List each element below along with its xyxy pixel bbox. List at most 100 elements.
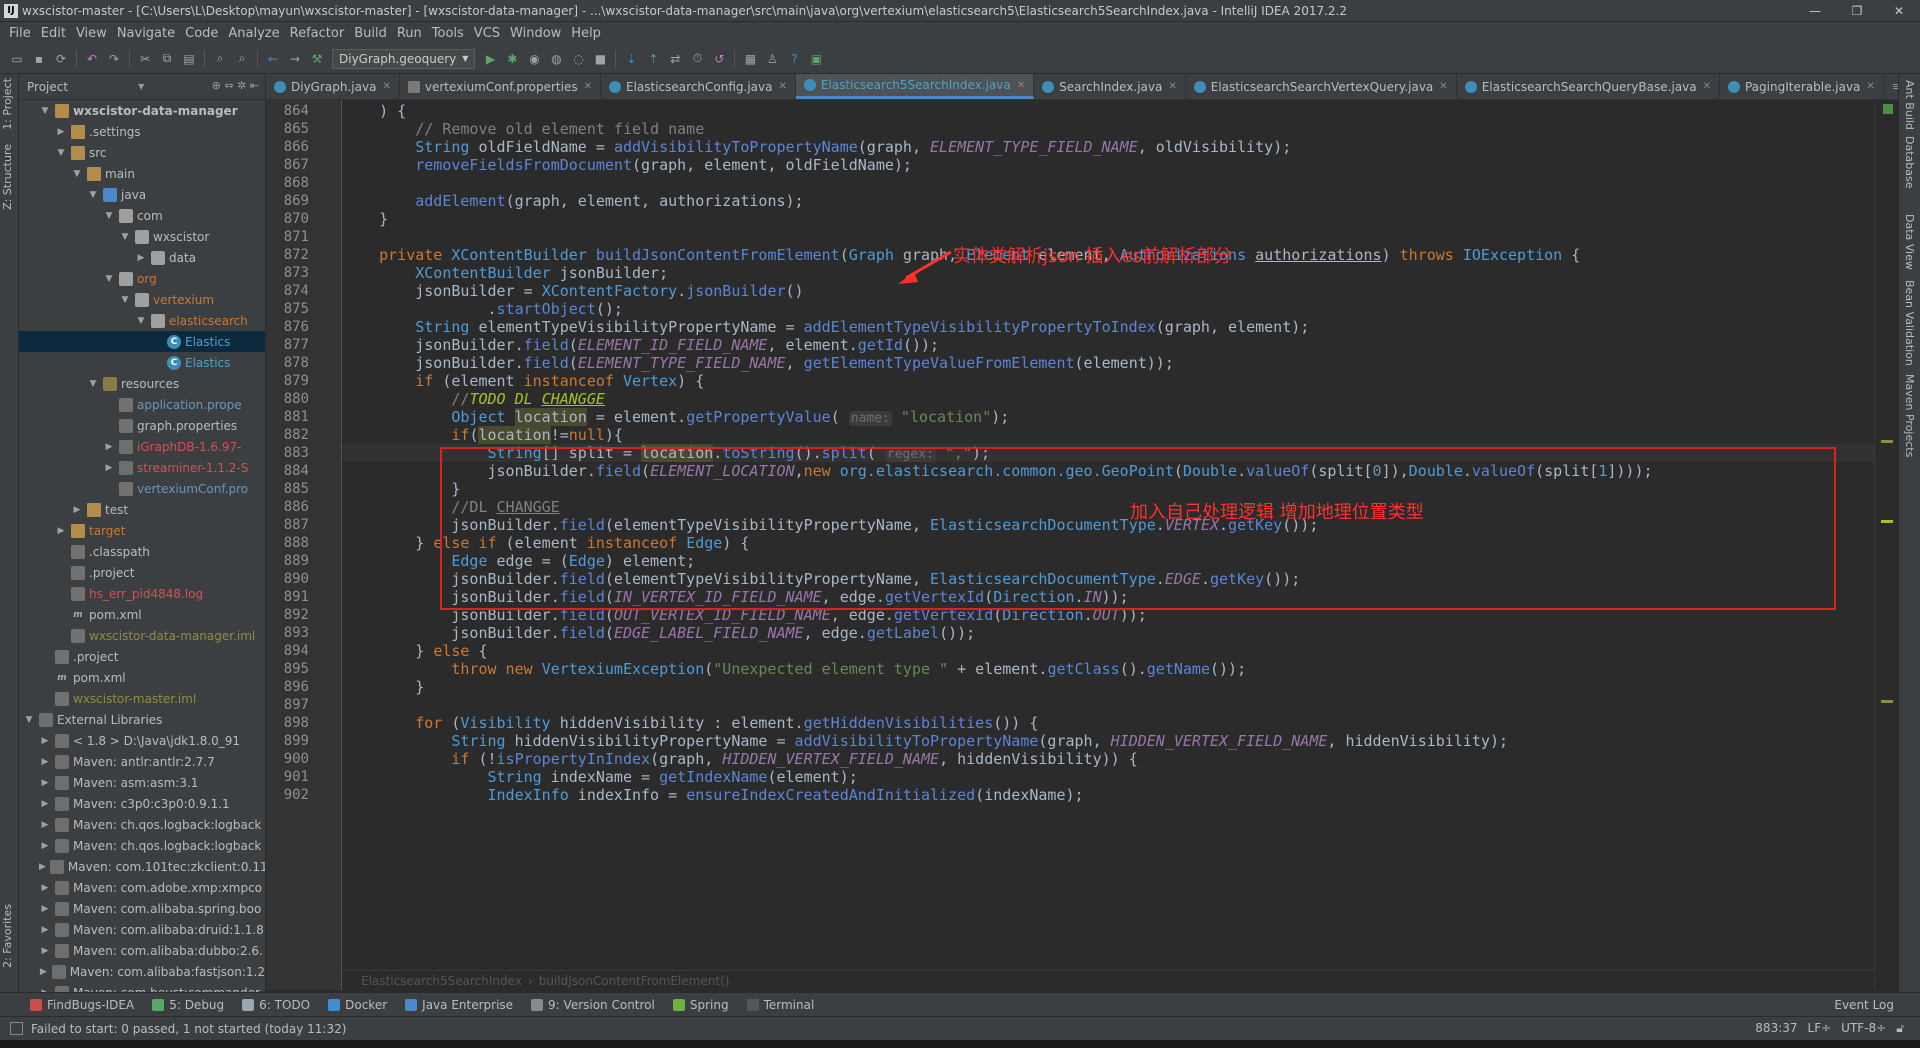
tree-item[interactable]: ▼ main bbox=[19, 163, 265, 184]
tree-item[interactable]: .project bbox=[19, 646, 265, 667]
close-tab-icon[interactable]: ✕ bbox=[1703, 81, 1711, 92]
help-icon[interactable]: ? bbox=[783, 48, 805, 70]
menu-window[interactable]: Window bbox=[505, 26, 566, 41]
expand-arrow-icon[interactable]: ▼ bbox=[119, 232, 131, 242]
code-line[interactable]: String elementTypeVisibilityPropertyName… bbox=[343, 318, 1309, 336]
code-line[interactable]: } else { bbox=[343, 642, 487, 660]
code-line[interactable]: String indexName = getIndexName(element)… bbox=[343, 768, 858, 786]
line-number[interactable]: 890 bbox=[259, 570, 309, 588]
tree-item[interactable]: ▶ streaminer-1.1.2-S bbox=[19, 457, 265, 478]
code-line[interactable]: IndexInfo indexInfo = ensureIndexCreated… bbox=[343, 786, 1084, 804]
debug-icon[interactable]: ✱ bbox=[501, 48, 523, 70]
collapse-arrow-icon[interactable]: ▶ bbox=[39, 778, 51, 788]
replace-icon[interactable]: ⌕ bbox=[231, 48, 253, 70]
collapse-arrow-icon[interactable]: ▶ bbox=[55, 526, 67, 536]
tree-item[interactable]: ▶ Maven: antlr:antlr:2.7.7 bbox=[19, 751, 265, 772]
line-number[interactable]: 902 bbox=[259, 786, 309, 804]
tree-item[interactable]: wxscistor-master.iml bbox=[19, 688, 265, 709]
tree-item[interactable]: ▶ Maven: asm:asm:3.1 bbox=[19, 772, 265, 793]
menu-analyze[interactable]: Analyze bbox=[223, 26, 284, 41]
code-line[interactable]: removeFieldsFromDocument(graph, element,… bbox=[343, 156, 912, 174]
tree-item[interactable]: ▶ Maven: com.adobe.xmp:xmpco bbox=[19, 877, 265, 898]
status-message[interactable]: Failed to start: 0 passed, 1 not started… bbox=[31, 1022, 346, 1036]
sdk-icon[interactable]: ♙ bbox=[761, 48, 783, 70]
line-number[interactable]: 898 bbox=[259, 714, 309, 732]
bottom-tool-button[interactable]: 5: Debug bbox=[152, 998, 224, 1012]
code-line[interactable]: throw new VertexiumException("Unexpected… bbox=[343, 660, 1246, 678]
tree-item[interactable]: ▼ src bbox=[19, 142, 265, 163]
code-line[interactable]: String oldFieldName = addVisibilityToPro… bbox=[343, 138, 1291, 156]
menu-file[interactable]: File bbox=[4, 26, 36, 41]
line-number[interactable]: 868 bbox=[259, 174, 309, 192]
tree-item[interactable]: wxscistor-data-manager.iml bbox=[19, 625, 265, 646]
line-number[interactable]: 877 bbox=[259, 336, 309, 354]
line-number[interactable]: 885 bbox=[259, 480, 309, 498]
tree-item[interactable]: .project bbox=[19, 562, 265, 583]
menu-code[interactable]: Code bbox=[180, 26, 223, 41]
tree-item[interactable]: ▶ data bbox=[19, 247, 265, 268]
menu-tools[interactable]: Tools bbox=[427, 26, 469, 41]
tree-item[interactable]: ▼ vertexium bbox=[19, 289, 265, 310]
tree-item[interactable]: ▼ java bbox=[19, 184, 265, 205]
tree-item[interactable]: ▶ Maven: com.alibaba.spring.boo bbox=[19, 898, 265, 919]
expand-arrow-icon[interactable]: ▼ bbox=[39, 106, 51, 116]
find-icon[interactable]: ⌕ bbox=[209, 48, 231, 70]
structure-tool-tab[interactable]: Z: Structure bbox=[1, 144, 14, 210]
tree-item[interactable]: hs_err_pid4848.log bbox=[19, 583, 265, 604]
code-line[interactable]: } bbox=[343, 210, 388, 228]
line-number[interactable]: 888 bbox=[259, 534, 309, 552]
vcs-revert-icon[interactable]: ↺ bbox=[708, 48, 730, 70]
code-line[interactable]: if (!isPropertyInIndex(graph, HIDDEN_VER… bbox=[343, 750, 1137, 768]
code-line[interactable]: ) { bbox=[343, 102, 406, 120]
code-line[interactable]: } bbox=[343, 678, 424, 696]
collapse-arrow-icon[interactable]: ▶ bbox=[39, 967, 48, 977]
forward-icon[interactable]: → bbox=[284, 48, 306, 70]
expand-arrow-icon[interactable]: ▼ bbox=[23, 715, 35, 725]
stop-icon[interactable]: ■ bbox=[589, 48, 611, 70]
code-line[interactable]: for (Visibility hiddenVisibility : eleme… bbox=[343, 714, 1038, 732]
save-icon[interactable]: ▪ bbox=[28, 48, 50, 70]
tree-item[interactable]: graph.properties bbox=[19, 415, 265, 436]
line-number[interactable]: 892 bbox=[259, 606, 309, 624]
tree-item[interactable]: ▶ Maven: com.alibaba:druid:1.1.8 bbox=[19, 919, 265, 940]
menu-edit[interactable]: Edit bbox=[36, 26, 71, 41]
editor-tab[interactable]: ElasticsearchSearchQueryBase.java ✕ bbox=[1457, 74, 1720, 99]
line-number[interactable]: 897 bbox=[259, 696, 309, 714]
line-number[interactable]: 900 bbox=[259, 750, 309, 768]
profile-icon[interactable]: ◍ bbox=[545, 48, 567, 70]
copy-icon[interactable]: ⧉ bbox=[156, 48, 178, 70]
line-number[interactable]: 889 bbox=[259, 552, 309, 570]
expand-arrow-icon[interactable]: ▼ bbox=[103, 274, 115, 284]
collapse-arrow-icon[interactable]: ▶ bbox=[39, 841, 51, 851]
tree-item[interactable]: ▶ test bbox=[19, 499, 265, 520]
tree-item[interactable]: ▶ < 1.8 > D:\Java\jdk1.8.0_91 bbox=[19, 730, 265, 751]
tree-item[interactable]: C Elastics bbox=[19, 352, 265, 373]
line-number[interactable]: 882 bbox=[259, 426, 309, 444]
collapse-arrow-icon[interactable]: ▶ bbox=[39, 799, 51, 809]
tree-item[interactable]: ▼ elasticsearch bbox=[19, 310, 265, 331]
code-line[interactable]: //TODO DL CHANGGE bbox=[343, 390, 605, 408]
code-line[interactable]: jsonBuilder.field(ELEMENT_ID_FIELD_NAME,… bbox=[343, 336, 939, 354]
vcs-commit-icon[interactable]: ⇡ bbox=[642, 48, 664, 70]
bottom-tool-button[interactable]: Spring bbox=[672, 998, 729, 1012]
tree-item[interactable]: ▶ Maven: ch.qos.logback:logback bbox=[19, 835, 265, 856]
line-number[interactable]: 899 bbox=[259, 732, 309, 750]
line-number[interactable]: 870 bbox=[259, 210, 309, 228]
tree-item[interactable]: ▶ target bbox=[19, 520, 265, 541]
line-number[interactable]: 867 bbox=[259, 156, 309, 174]
close-tab-icon[interactable]: ✕ bbox=[778, 81, 786, 92]
tree-item[interactable]: ▼ com bbox=[19, 205, 265, 226]
expand-arrow-icon[interactable]: ▼ bbox=[55, 148, 67, 158]
cut-icon[interactable]: ✂ bbox=[134, 48, 156, 70]
tree-item[interactable]: ▶ Maven: com.alibaba:fastjson:1.2 bbox=[19, 961, 265, 982]
tree-item[interactable]: ▼ resources bbox=[19, 373, 265, 394]
close-tab-icon[interactable]: ✕ bbox=[1017, 80, 1025, 91]
project-tool-tab[interactable]: 1: Project bbox=[1, 78, 14, 130]
build-icon[interactable]: ⚒ bbox=[306, 48, 328, 70]
collapse-icon[interactable]: ⇔ bbox=[224, 79, 233, 92]
tree-item[interactable]: ▶ Maven: com.101tec:zkclient:0.11 bbox=[19, 856, 265, 877]
editor-tab[interactable]: DiyGraph.java ✕ bbox=[266, 74, 400, 99]
bottom-tool-button[interactable]: 6: TODO bbox=[242, 998, 310, 1012]
menu-run[interactable]: Run bbox=[392, 26, 427, 41]
code-line[interactable]: .startObject(); bbox=[343, 300, 622, 318]
